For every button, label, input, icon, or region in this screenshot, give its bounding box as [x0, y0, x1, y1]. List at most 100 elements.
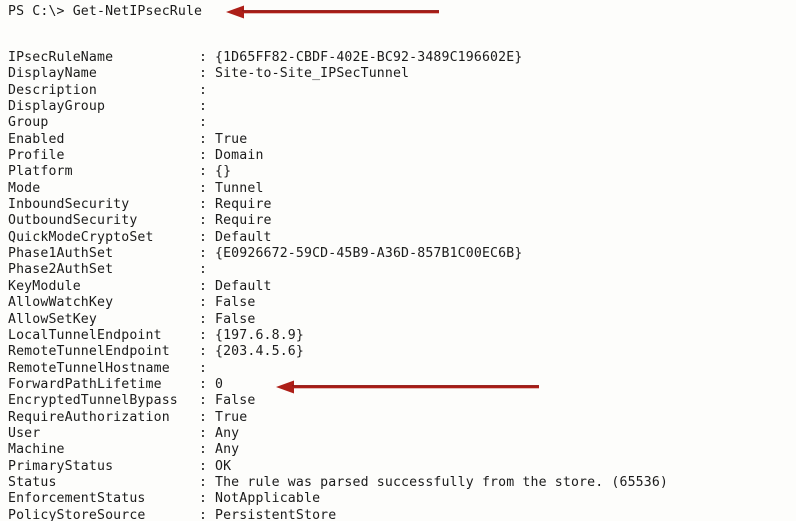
property-separator: : — [199, 327, 208, 343]
property-row: KeyModule: Default — [8, 279, 790, 295]
property-name: IPsecRuleName — [8, 50, 114, 65]
property-value: Site-to-Site_IPSecTunnel — [215, 66, 410, 82]
property-value: 0 — [215, 376, 224, 392]
property-separator: : — [199, 50, 208, 65]
property-value: OK — [215, 458, 232, 474]
property-name: User — [8, 425, 41, 441]
property-separator: : — [199, 262, 208, 278]
property-separator: : — [199, 131, 208, 147]
property-row: Profile: Domain — [8, 148, 790, 164]
property-separator: : — [199, 458, 208, 474]
property-separator: : — [199, 229, 208, 245]
property-separator: : — [199, 246, 208, 262]
property-name: Phase2AuthSet — [8, 262, 114, 278]
property-name: AllowWatchKey — [8, 295, 114, 311]
property-separator: : — [199, 213, 208, 229]
property-row: DisplayName: Site-to-Site_IPSecTunnel — [8, 66, 790, 82]
powershell-console[interactable]: PS C:\> Get-NetIPsecRule IPsecRuleName: {… — [0, 0, 796, 521]
property-name: AllowSetKey — [8, 311, 97, 327]
prompt-prefix: PS C:\> — [8, 4, 73, 19]
property-separator: : — [199, 180, 208, 196]
property-separator: : — [199, 164, 208, 180]
property-separator: : — [199, 425, 208, 441]
property-name: Enabled — [8, 131, 65, 147]
property-name: Platform — [8, 164, 73, 180]
property-name: DisplayName — [8, 66, 97, 82]
property-separator: : — [199, 376, 208, 392]
property-name: RemoteTunnelEndpoint — [8, 344, 170, 360]
property-value: {} — [215, 164, 232, 180]
property-row: RequireAuthorization: True — [8, 410, 790, 426]
property-row: OutboundSecurity: Require — [8, 213, 790, 229]
property-value: The rule was parsed successfully from th… — [215, 474, 669, 490]
property-name: KeyModule — [8, 278, 81, 294]
property-separator: : — [199, 82, 208, 98]
property-row: RemoteTunnelEndpoint: {203.4.5.6} — [8, 344, 790, 360]
property-name: InboundSecurity — [8, 197, 130, 213]
property-value: Default — [215, 278, 272, 294]
property-separator: : — [199, 99, 208, 115]
property-name: PolicyStoreSource — [8, 507, 146, 521]
property-value: {197.6.8.9} — [215, 327, 304, 343]
property-value: Default — [215, 229, 272, 245]
property-row: ForwardPathLifetime:0 — [8, 377, 790, 393]
property-name: Status — [8, 474, 57, 490]
property-value: NotApplicable — [215, 491, 321, 507]
property-value: Tunnel — [215, 180, 264, 196]
property-name: OutboundSecurity — [8, 213, 138, 229]
ipsec-rule-output-table: IPsecRuleName: {1D65FF82-CBDF-402E-BC92-3… — [8, 50, 790, 521]
property-name: EnforcementStatus — [8, 491, 146, 507]
property-separator: : — [199, 197, 208, 213]
prompt-line: PS C:\> Get-NetIPsecRule — [8, 4, 202, 20]
property-row: LocalTunnelEndpoint: {197.6.8.9} — [8, 328, 790, 344]
property-separator: : — [199, 360, 208, 376]
property-row: AllowSetKey: False — [8, 312, 790, 328]
property-value: {E0926672-59CD-45B9-A36D-857B1C00EC6B} — [215, 246, 523, 262]
property-name: DisplayGroup — [8, 99, 106, 115]
property-name: Mode — [8, 180, 41, 196]
property-name: Group — [8, 115, 49, 131]
property-row: Phase2AuthSet: — [8, 262, 790, 278]
property-separator: : — [199, 66, 208, 82]
property-value: True — [215, 131, 248, 147]
property-name: PrimaryStatus — [8, 458, 114, 474]
property-value: True — [215, 409, 248, 425]
property-name: ForwardPathLifetime — [8, 376, 162, 392]
property-separator: : — [199, 507, 208, 521]
property-value: False — [215, 393, 256, 409]
property-name: LocalTunnelEndpoint — [8, 327, 162, 343]
property-row: User: Any — [8, 426, 790, 442]
property-row: PolicyStoreSource: PersistentStore — [8, 508, 790, 521]
command-text: Get-NetIPsecRule — [72, 4, 203, 19]
property-row: PrimaryStatus: OK — [8, 459, 790, 475]
property-separator: : — [199, 491, 208, 507]
property-name: QuickModeCryptoSet — [8, 229, 154, 245]
property-separator: : — [199, 115, 208, 131]
property-value: Any — [215, 442, 240, 458]
property-row: Group: — [8, 115, 790, 131]
property-separator: : — [199, 393, 208, 409]
property-row: Phase1AuthSet: {E0926672-59CD-45B9-A36D-8… — [8, 246, 790, 262]
property-separator: : — [199, 409, 208, 425]
property-row: Platform: {} — [8, 164, 790, 180]
property-separator: : — [199, 295, 208, 311]
property-value: False — [215, 295, 256, 311]
property-row: Machine: Any — [8, 442, 790, 458]
property-value: Require — [215, 197, 272, 213]
property-name: Profile — [8, 148, 65, 164]
property-row: EncryptedTunnelBypass: False — [8, 393, 790, 409]
property-separator: : — [199, 344, 208, 360]
property-value: {1D65FF82-CBDF-402E-BC92-3489C196602E} — [215, 50, 523, 65]
property-row: InboundSecurity: Require — [8, 197, 790, 213]
property-value: Domain — [215, 148, 264, 164]
property-separator: : — [199, 311, 208, 327]
property-value: Any — [215, 425, 240, 441]
property-row: Mode: Tunnel — [8, 181, 790, 197]
annotation-arrow-command — [226, 5, 441, 19]
property-name: RemoteTunnelHostname — [8, 360, 170, 376]
property-name: Phase1AuthSet — [8, 246, 114, 262]
property-value: Require — [215, 213, 272, 229]
property-row: AllowWatchKey: False — [8, 295, 790, 311]
property-row: DisplayGroup: — [8, 99, 790, 115]
property-name: EncryptedTunnelBypass — [8, 393, 178, 409]
